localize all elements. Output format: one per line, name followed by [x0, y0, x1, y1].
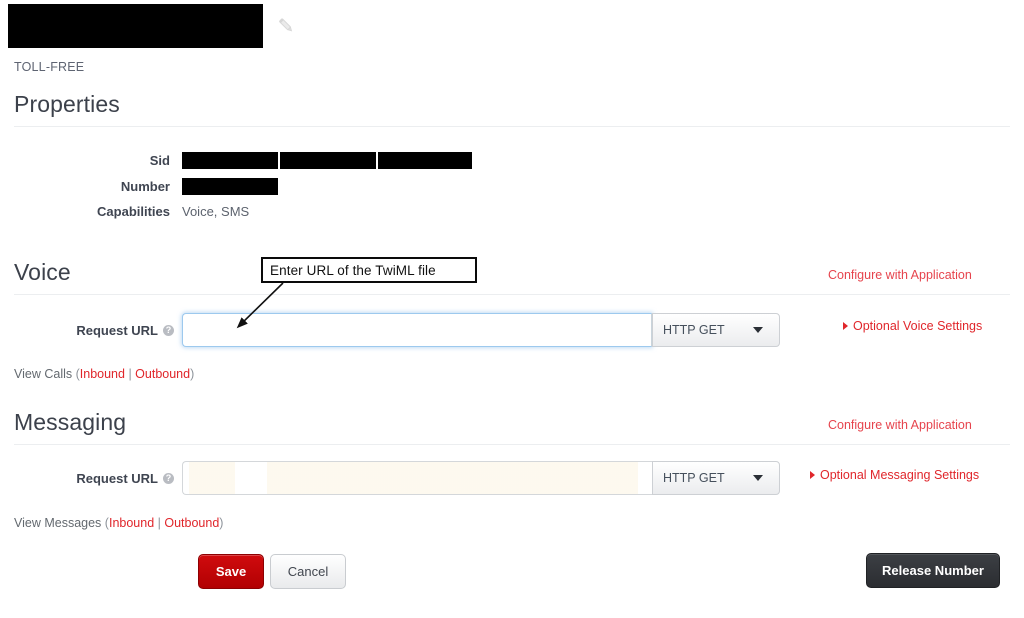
question-mark-icon[interactable]: ? — [163, 324, 174, 336]
property-value-number — [182, 178, 278, 196]
messaging-configure-with-application-link[interactable]: Configure with Application — [828, 418, 972, 432]
view-calls-outbound-link[interactable]: Outbound — [135, 367, 190, 381]
view-messages-inbound-link[interactable]: Inbound — [109, 516, 154, 530]
messaging-request-url-input[interactable] — [182, 461, 652, 495]
messaging-http-method-value: HTTP GET — [663, 471, 725, 485]
voice-heading: Voice — [14, 259, 71, 285]
pencil-icon[interactable] — [275, 15, 297, 37]
voice-divider — [14, 294, 1010, 295]
number-configuration-page: TOLL-FREE Properties Sid Number Capabili… — [0, 0, 1024, 618]
property-row-number: Number — [0, 178, 278, 196]
phone-number-header — [8, 4, 297, 48]
chevron-down-icon — [753, 327, 763, 333]
phone-number-redacted — [8, 4, 263, 48]
voice-request-url-row: Request URL ? HTTP GET — [0, 313, 780, 347]
triangle-right-icon — [843, 322, 848, 330]
release-number-button[interactable]: Release Number — [866, 553, 1000, 588]
view-messages-outbound-link[interactable]: Outbound — [164, 516, 219, 530]
messaging-http-method-select[interactable]: HTTP GET — [652, 461, 780, 495]
view-calls-paren-close: ) — [190, 367, 195, 381]
messaging-request-url-row: Request URL ? HTTP GET — [0, 461, 780, 495]
property-row-sid: Sid — [0, 152, 474, 170]
property-label-number: Number — [120, 179, 170, 195]
properties-heading: Properties — [14, 91, 120, 117]
properties-divider — [14, 126, 1010, 127]
messaging-divider — [14, 444, 1010, 445]
chevron-down-icon — [753, 475, 763, 481]
view-messages-paren-close: ) — [219, 516, 224, 530]
view-calls-inbound-link[interactable]: Inbound — [80, 367, 125, 381]
messaging-heading: Messaging — [14, 409, 127, 435]
property-label-sid: Sid — [149, 153, 170, 169]
view-calls-separator: | — [124, 367, 136, 381]
view-messages-label: View Messages — [14, 516, 102, 530]
save-button[interactable]: Save — [198, 554, 264, 589]
voice-request-url-label-text: Request URL — [76, 322, 158, 338]
messaging-request-url-label-text: Request URL — [76, 470, 158, 486]
view-messages-separator: | — [154, 516, 165, 530]
sid-redacted-part-1 — [182, 152, 278, 170]
question-mark-icon[interactable]: ? — [163, 472, 174, 484]
sid-redacted-part-2 — [280, 152, 376, 170]
view-calls-label: View Calls — [14, 367, 73, 381]
triangle-right-icon — [810, 471, 815, 479]
voice-http-method-select[interactable]: HTTP GET — [652, 313, 780, 347]
cancel-button[interactable]: Cancel — [270, 554, 346, 589]
voice-request-url-label: Request URL ? — [0, 323, 182, 338]
number-redacted — [182, 178, 278, 196]
property-value-capabilities: Voice, SMS — [182, 204, 250, 219]
number-type-label: TOLL-FREE — [14, 60, 85, 74]
sid-redacted-part-3 — [378, 152, 472, 170]
view-calls-line: View Calls (Inbound | Outbound) — [14, 367, 194, 381]
annotation-callout-box: Enter URL of the TwiML file — [261, 257, 477, 283]
optional-voice-settings-link[interactable]: Optional Voice Settings — [843, 319, 982, 333]
property-value-sid — [182, 152, 474, 170]
optional-messaging-settings-label: Optional Messaging Settings — [820, 468, 980, 482]
view-messages-line: View Messages (Inbound | Outbound) — [14, 516, 223, 530]
optional-messaging-settings-link[interactable]: Optional Messaging Settings — [810, 468, 979, 482]
optional-voice-settings-label: Optional Voice Settings — [853, 319, 983, 333]
voice-configure-with-application-link[interactable]: Configure with Application — [828, 268, 972, 282]
property-label-capabilities: Capabilities — [97, 204, 170, 219]
messaging-request-url-label: Request URL ? — [0, 471, 182, 486]
voice-request-url-input[interactable] — [182, 313, 652, 347]
property-row-capabilities: Capabilities Voice, SMS — [0, 204, 249, 219]
voice-http-method-value: HTTP GET — [663, 323, 725, 337]
